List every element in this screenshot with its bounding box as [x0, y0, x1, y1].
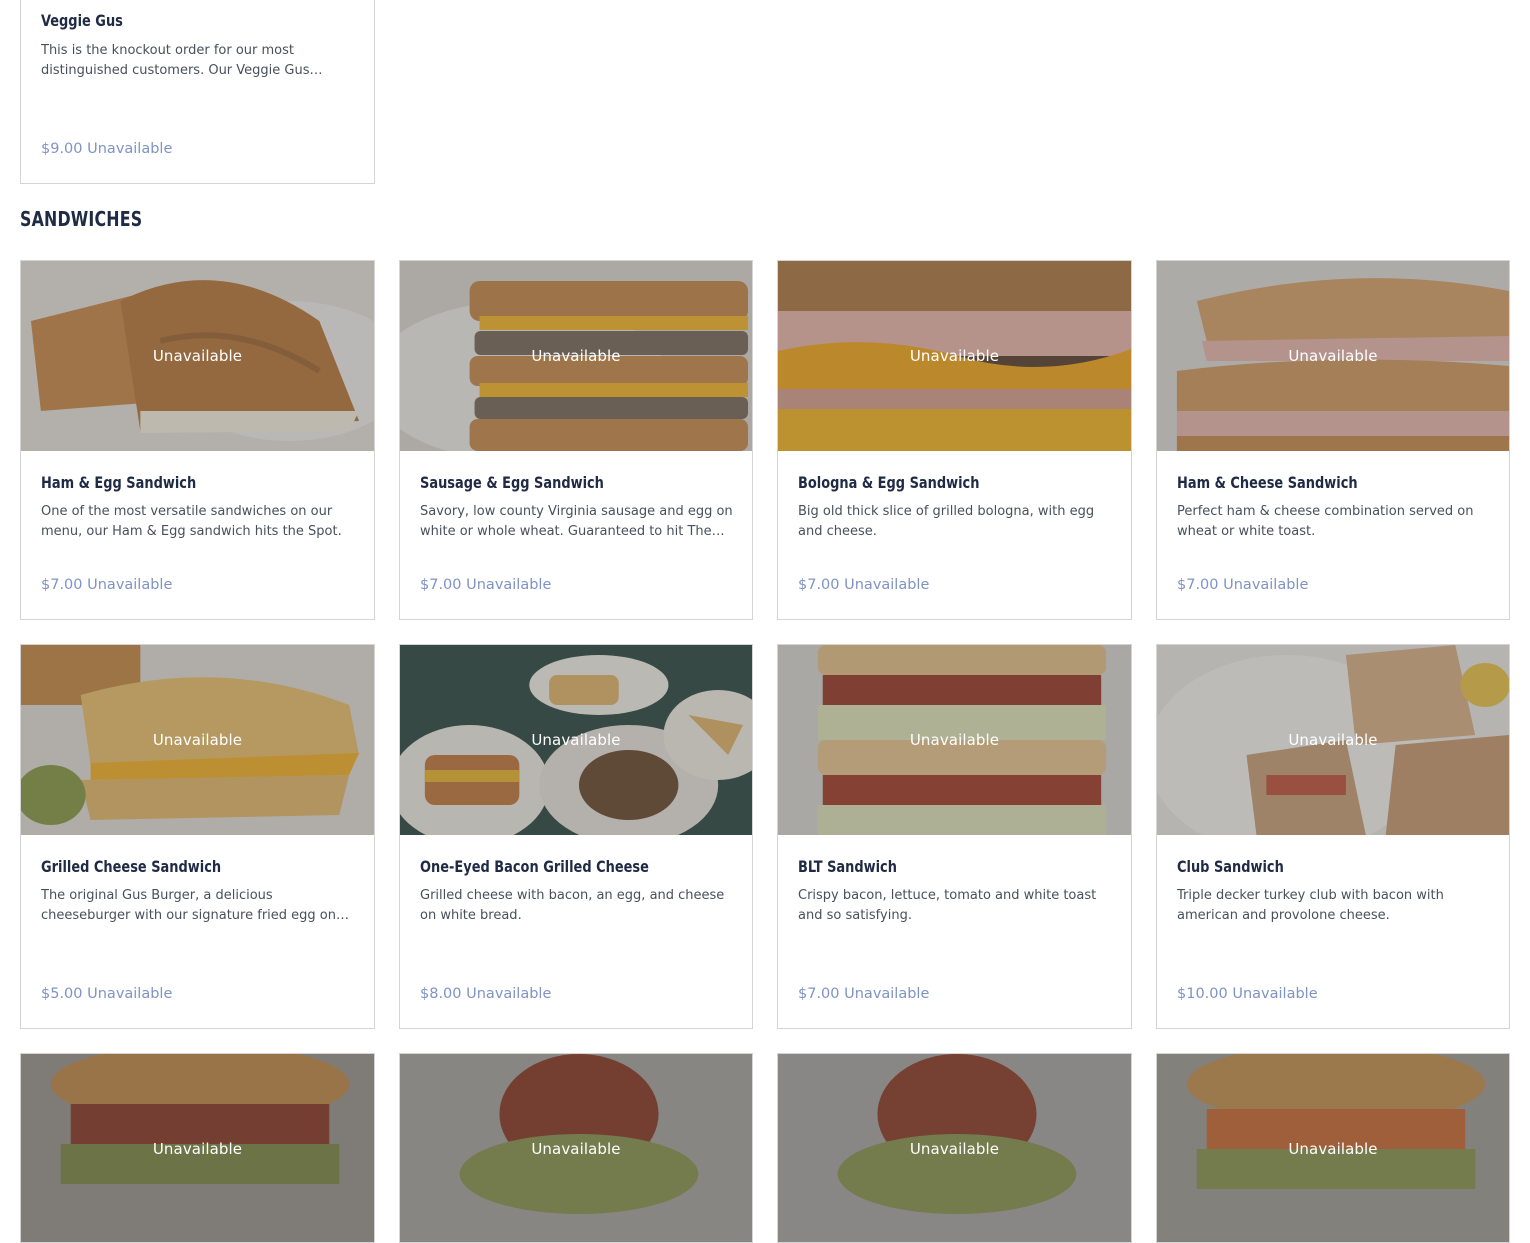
unavailable-label: Unavailable	[909, 731, 1000, 749]
menu-item-card[interactable]: Unavailable BLT Sandwich Crispy bacon, l…	[777, 644, 1132, 1029]
unavailable-label: Unavailable	[1288, 731, 1378, 749]
unavailable-label: Unavailable	[152, 1140, 243, 1158]
item-title: One-Eyed Bacon Grilled Cheese	[420, 857, 649, 876]
menu-item-card[interactable]: Unavailable Ham & Egg Sandwich One of th…	[20, 260, 375, 620]
unavailable-label: Unavailable	[1288, 347, 1378, 365]
card-body: Sausage & Egg Sandwich Savory, low count…	[420, 451, 733, 619]
unavailable-label: Unavailable	[909, 1140, 1000, 1158]
item-price: $7.00	[1177, 577, 1219, 593]
item-status: Unavailable	[87, 577, 173, 593]
item-status: Unavailable	[466, 986, 552, 1002]
item-status: Unavailable	[87, 141, 173, 157]
item-image: Unavailable	[1157, 1054, 1509, 1242]
item-price: $7.00	[798, 986, 840, 1002]
section-title: SANDWICHES	[20, 207, 143, 231]
unavailable-label: Unavailable	[152, 731, 243, 749]
item-image: Unavailable	[21, 1054, 374, 1242]
menu-item-card[interactable]: Unavailable Bologna & Egg Sandwich Big o…	[777, 260, 1132, 620]
item-image: Unavailable	[400, 261, 752, 451]
item-image: Unavailable	[400, 1054, 752, 1242]
item-status: Unavailable	[1223, 577, 1309, 593]
item-price: $7.00	[420, 577, 462, 593]
item-description: Triple decker turkey club with bacon wit…	[1177, 888, 1444, 923]
menu-item-card[interactable]: Unavailable	[399, 1053, 753, 1243]
unavailable-label: Unavailable	[531, 347, 621, 365]
menu-item-card[interactable]: Unavailable	[777, 1053, 1132, 1243]
item-title: Club Sandwich	[1177, 857, 1284, 876]
item-title: Ham & Cheese Sandwich	[1177, 473, 1358, 492]
card-body: Ham & Egg Sandwich One of the most versa…	[41, 451, 354, 619]
card-body: Club Sandwich Triple decker turkey club …	[1177, 835, 1489, 1028]
card-body: Veggie Gus This is the knockout order fo…	[41, 0, 354, 183]
card-body: Bologna & Egg Sandwich Big old thick sli…	[798, 451, 1111, 619]
menu-item-card[interactable]: Unavailable Sausage & Egg Sandwich Savor…	[399, 260, 753, 620]
item-image: Unavailable	[778, 645, 1131, 835]
card-body: One-Eyed Bacon Grilled Cheese Grilled ch…	[420, 835, 732, 1028]
item-price-status: $7.00 Unavailable	[420, 577, 551, 593]
item-status: Unavailable	[466, 577, 552, 593]
item-title: Grilled Cheese Sandwich	[41, 857, 222, 876]
item-price: $9.00	[41, 141, 83, 157]
item-image: Unavailable	[400, 645, 752, 835]
item-status: Unavailable	[844, 577, 930, 593]
item-price-status: $8.00 Unavailable	[420, 986, 551, 1002]
item-description: This is the knockout order for our most …	[41, 43, 310, 78]
menu-item-card[interactable]: Unavailable Club Sandwich Triple decker …	[1156, 644, 1510, 1029]
item-price: $8.00	[420, 986, 462, 1002]
unavailable-label: Unavailable	[531, 731, 621, 749]
item-title: Ham & Egg Sandwich	[41, 473, 197, 492]
menu-item-card[interactable]: Veggie Gus This is the knockout order fo…	[20, 0, 375, 184]
menu-item-card[interactable]: Unavailable One-Eyed Bacon Grilled Chees…	[399, 644, 753, 1029]
item-price: $7.00	[798, 577, 840, 593]
menu-item-card[interactable]: Unavailable	[1156, 1053, 1510, 1243]
item-description: Crispy bacon, lettuce, tomato and white …	[798, 888, 1097, 923]
unavailable-label: Unavailable	[152, 347, 243, 365]
item-price: $7.00	[41, 577, 83, 593]
item-price: $10.00	[1177, 986, 1228, 1002]
item-description: Savory, low county Virginia sausage and …	[420, 504, 733, 539]
menu-item-card[interactable]: Unavailable	[20, 1053, 375, 1243]
item-price-status: $7.00 Unavailable	[798, 986, 929, 1002]
card-body: BLT Sandwich Crispy bacon, lettuce, toma…	[798, 835, 1111, 1028]
item-price-status: $7.00 Unavailable	[41, 577, 172, 593]
item-title: Veggie Gus	[41, 11, 123, 30]
item-title: Sausage & Egg Sandwich	[420, 473, 604, 492]
menu-item-card[interactable]: Unavailable Grilled Cheese Sandwich The …	[20, 644, 375, 1029]
item-price-status: $10.00 Unavailable	[1177, 986, 1318, 1002]
item-title: Bologna & Egg Sandwich	[798, 473, 980, 492]
item-description: Big old thick slice of grilled bologna, …	[798, 504, 1095, 539]
item-description: The original Gus Burger, a delicious che…	[41, 888, 336, 923]
item-image: Unavailable	[778, 1054, 1131, 1242]
item-status: Unavailable	[1232, 986, 1318, 1002]
menu-item-card[interactable]: Unavailable Ham & Cheese Sandwich Perfec…	[1156, 260, 1510, 620]
item-price-status: $7.00 Unavailable	[1177, 577, 1308, 593]
item-price-status: $7.00 Unavailable	[798, 577, 929, 593]
card-body: Ham & Cheese Sandwich Perfect ham & chee…	[1177, 451, 1489, 619]
item-image: Unavailable	[1157, 261, 1509, 451]
item-image: Unavailable	[21, 645, 374, 835]
item-price-status: $9.00 Unavailable	[41, 141, 172, 157]
item-status: Unavailable	[87, 986, 173, 1002]
unavailable-label: Unavailable	[531, 1140, 621, 1158]
item-description: Grilled cheese with bacon, an egg, and c…	[420, 888, 725, 923]
item-image: Unavailable	[21, 261, 374, 451]
unavailable-label: Unavailable	[1288, 1140, 1378, 1158]
card-body: Grilled Cheese Sandwich The original Gus…	[41, 835, 354, 1028]
item-image: Unavailable	[778, 261, 1131, 451]
unavailable-label: Unavailable	[909, 347, 1000, 365]
item-status: Unavailable	[844, 986, 930, 1002]
item-description: Perfect ham & cheese combination served …	[1177, 504, 1474, 539]
item-price-status: $5.00 Unavailable	[41, 986, 172, 1002]
item-image: Unavailable	[1157, 645, 1509, 835]
item-title: BLT Sandwich	[798, 857, 897, 876]
item-description: One of the most versatile sandwiches on …	[41, 504, 342, 539]
item-price: $5.00	[41, 986, 83, 1002]
